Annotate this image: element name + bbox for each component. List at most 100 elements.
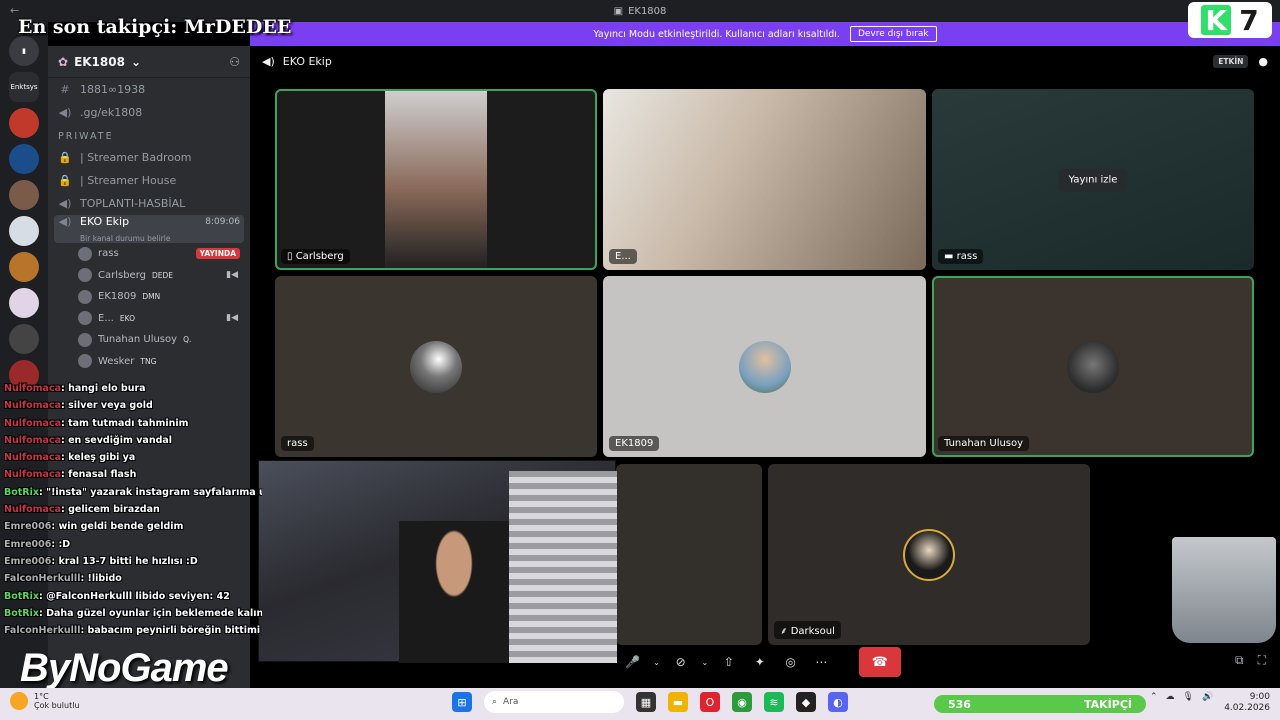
stream-tile[interactable]: Yayını izle ▬ rass — [932, 89, 1254, 270]
chat-message: Nulfomaca: keleş gibi ya — [4, 452, 136, 464]
category-label: PRIWATE — [58, 131, 114, 142]
category-private[interactable]: PRIWATE — [48, 124, 250, 146]
channel-item[interactable]: 🔒 | Streamer Badroom — [48, 146, 250, 169]
chevron-down-icon[interactable]: ⌄ — [650, 648, 663, 676]
phone-icon: ▯ — [287, 251, 293, 262]
voice-user[interactable]: EK1809 DMN — [48, 286, 250, 308]
activity-icon[interactable]: ✦ — [746, 648, 773, 676]
popout-icon[interactable]: ⧉ — [1235, 653, 1244, 668]
chat-message: BotRix: "!insta" yazarak instagram sayfa… — [4, 486, 262, 498]
spotify-icon[interactable]: ≋ — [764, 692, 784, 712]
channel-status[interactable]: Bir kanal durumu belirle — [58, 234, 240, 243]
channel-item-active[interactable]: ◀) EKO Ekip 8:09:06 Bir kanal durumu bel… — [54, 215, 244, 243]
server-icon[interactable] — [9, 108, 39, 138]
screen-share-icon[interactable]: ⇧ — [716, 648, 743, 676]
channel-label: | Streamer House — [80, 174, 177, 187]
chat-bubble-icon[interactable]: ● — [1258, 55, 1268, 68]
tile-name: ▬ rass — [938, 249, 984, 264]
opera-icon[interactable]: O — [700, 692, 720, 712]
server-header[interactable]: ✿ EK1808 ⌄ ⚇ — [48, 46, 250, 78]
discord-icon[interactable]: ◐ — [828, 692, 848, 712]
channel-item[interactable]: ◀) .gg/ek1808 — [48, 101, 250, 124]
follower-counter-overlay: 536 TAKİPÇİ — [934, 695, 1146, 713]
speaker-icon: ◀) — [58, 215, 72, 228]
channel-item[interactable]: ◀) TOPLANTI-HASBİAL — [48, 192, 250, 215]
taskbar-search[interactable]: ⌕ Ara — [484, 691, 624, 713]
weather-text: Çok bulutlu — [34, 701, 80, 710]
chat-message: Nulfomaca: hangi elo bura — [4, 383, 146, 394]
avatar — [78, 289, 92, 304]
clock-time: 9:00 — [1249, 692, 1270, 702]
lock-icon: 🔒 — [58, 151, 72, 164]
soundboard-icon[interactable]: ◎ — [777, 648, 804, 676]
more-icon[interactable]: ⋯ — [808, 648, 835, 676]
server-icon[interactable]: ▮ — [9, 36, 39, 66]
channel-label: 1881∞1938 — [80, 83, 146, 96]
voice-user[interactable]: E... EKO ▮◀ — [48, 308, 250, 330]
server-icon-enktsys[interactable]: Enktsys — [9, 72, 39, 102]
user-tag: Q. — [183, 335, 192, 345]
live-badge: YAYINDA — [195, 248, 240, 260]
webcam-person — [399, 521, 509, 663]
voice-user[interactable]: Wesker TNG — [48, 351, 250, 373]
chat-message: Nulfomaca: silver veya gold — [4, 400, 153, 412]
cloud-icon[interactable]: ☁ — [1166, 692, 1175, 702]
latest-follower-overlay: En son takipçi: MrDEDEE — [18, 16, 292, 38]
chevron-up-icon[interactable]: ⌃ — [1150, 692, 1158, 702]
video-tile[interactable]: Tunahan Ulusoy — [932, 276, 1254, 457]
chat-message: FalconHerkulll: !libido — [4, 573, 122, 585]
microphone-icon[interactable]: 🎤 — [619, 648, 646, 676]
chat-message: BotRix: @FalconHerkulll libido seviyen: … — [4, 590, 230, 602]
voice-user-name: Wesker — [98, 355, 135, 367]
weather-widget[interactable]: 1°C Çok bulutlu — [10, 692, 80, 710]
search-icon: ⌕ — [492, 697, 498, 707]
stage-header: ◀) EKO Ekip ETKİN ● — [250, 46, 1280, 76]
avatar — [78, 354, 92, 369]
server-icon[interactable] — [9, 288, 39, 318]
video-tile[interactable] — [616, 464, 762, 645]
video-tile[interactable]: EK1809 — [603, 276, 926, 457]
camera-off-icon[interactable]: ⊘ — [667, 648, 694, 676]
add-member-icon[interactable]: ⚇ — [229, 55, 240, 69]
task-view-icon[interactable]: ▦ — [636, 692, 656, 712]
server-icon[interactable] — [9, 216, 39, 246]
chat-message: Nulfomaca: gelicem birazdan — [4, 504, 160, 516]
lock-icon: 🔒 — [58, 174, 72, 187]
channel-item[interactable]: 🔒 | Streamer House — [48, 169, 250, 192]
voice-user[interactable]: Tunahan Ulusoy Q. — [48, 329, 250, 351]
video-tile[interactable]: ⸙ Darksoul — [768, 464, 1090, 645]
chevron-down-icon[interactable]: ⌄ — [698, 648, 711, 676]
app-icon[interactable]: ◆ — [796, 692, 816, 712]
clock[interactable]: 9:00 4.02.2026 — [1224, 692, 1270, 714]
activity-badge[interactable]: ETKİN — [1213, 54, 1249, 68]
disconnect-button[interactable]: ☎ — [858, 647, 901, 677]
clock-date: 4.02.2026 — [1224, 703, 1270, 713]
mic-icon[interactable]: 🎙 — [1183, 692, 1194, 702]
chat-message: BotRix: Daha güzel oyunlar için beklemed… — [4, 607, 262, 619]
server-icon[interactable] — [9, 324, 39, 354]
chrome-icon[interactable]: ◉ — [732, 692, 752, 712]
watch-stream-button[interactable]: Yayını izle — [1058, 168, 1128, 191]
fullscreen-icon[interactable]: ⛶ — [1258, 653, 1266, 668]
video-tile[interactable]: rass — [275, 276, 597, 457]
file-explorer-icon[interactable]: ▬ — [668, 692, 688, 712]
server-icon[interactable] — [9, 144, 39, 174]
chat-message: Emre006: kral 13-7 bitti he hızlısı :D — [4, 555, 198, 567]
voice-user[interactable]: rass YAYINDA — [48, 243, 250, 265]
video-tile[interactable]: ▯ Carlsberg — [275, 89, 597, 270]
windows-start-icon[interactable]: ⊞ — [452, 692, 472, 712]
chat-message: FalconHerkulll: babacım peynirli böreğin… — [4, 625, 262, 637]
avatar — [738, 340, 791, 393]
server-icon[interactable] — [9, 180, 39, 210]
volume-icon[interactable]: 🔊 — [1202, 692, 1213, 702]
disable-streamer-mode-button[interactable]: Devre dışı bırak — [849, 26, 937, 42]
voice-user[interactable]: Carlsberg DEDE ▮◀ — [48, 265, 250, 287]
video-tile[interactable]: E... — [603, 89, 926, 270]
server-name: EK1808 — [74, 54, 125, 69]
channel-item[interactable]: #1881∞1938 — [48, 78, 250, 101]
server-icon[interactable] — [9, 252, 39, 282]
glass-cup-overlay — [1172, 537, 1276, 643]
hash-icon: # — [60, 83, 70, 96]
speaker-icon: ◀) — [58, 197, 72, 210]
taskbar-apps: ⊞ ⌕ Ara ▦ ▬ O ◉ ≋ ◆ ◐ — [452, 691, 848, 713]
